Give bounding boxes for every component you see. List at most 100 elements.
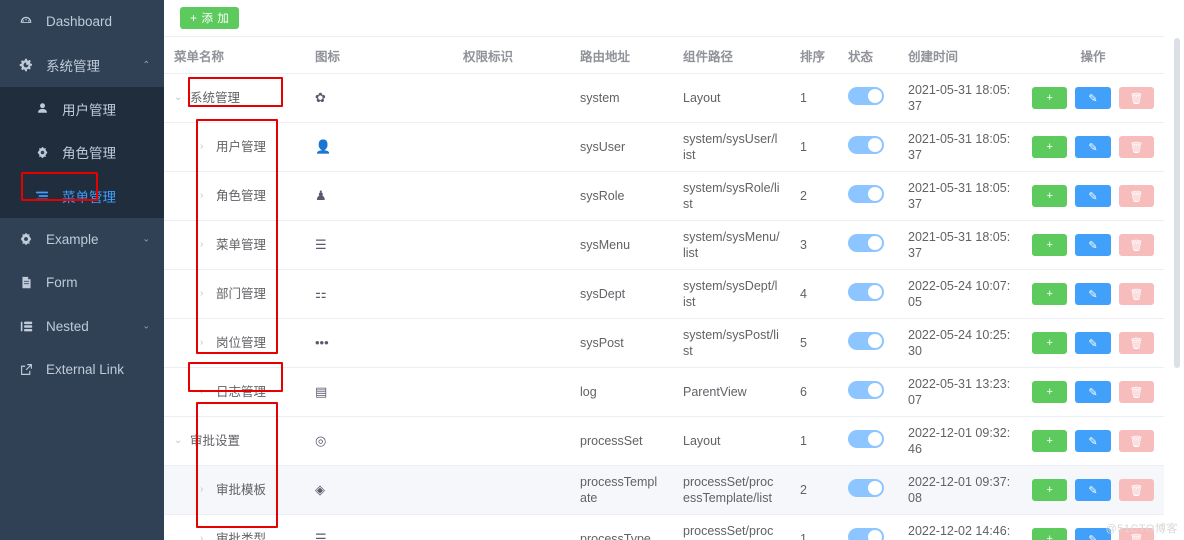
cell-permission xyxy=(453,416,570,466)
table-row[interactable]: › 用户管理 👤 sysUser system/sysUser/list 1 2021-05… xyxy=(164,122,1164,172)
chevron-right-icon[interactable]: › xyxy=(200,482,210,498)
row-edit-button[interactable]: ✎ xyxy=(1075,87,1111,109)
status-toggle[interactable] xyxy=(848,136,884,154)
table-body: ⌄ 系统管理 ✿ system Layout 1 2021-05-31 18:05:37 + ✎… xyxy=(164,73,1164,540)
menu-name-label: 审批类型 xyxy=(216,532,267,540)
cell-actions: + ✎ 🗑 xyxy=(1022,122,1164,172)
row-edit-button[interactable]: ✎ xyxy=(1075,136,1111,158)
scrollbar-thumb[interactable] xyxy=(1174,38,1180,368)
row-edit-button[interactable]: ✎ xyxy=(1075,283,1111,305)
table-row[interactable]: › 审批模板 ◈ processTemplate processSet/processT… xyxy=(164,465,1164,515)
row-delete-button[interactable]: 🗑 xyxy=(1118,234,1154,256)
chevron-down-icon[interactable]: ⌄ xyxy=(174,433,184,449)
cell-permission xyxy=(453,220,570,270)
status-toggle[interactable] xyxy=(848,87,884,105)
table-row[interactable]: › 审批类型 ☰ processTypeprocessSet/processType/… xyxy=(164,514,1164,540)
sidebar-item-role-management[interactable]: 角色管理 xyxy=(0,131,164,175)
sidebar-item-form[interactable]: Form xyxy=(0,261,164,305)
row-add-button[interactable]: + xyxy=(1032,332,1068,354)
chevron-right-icon[interactable]: › xyxy=(200,139,210,155)
table-row[interactable]: › 角色管理 ♟ sysRole system/sysRole/list 2 2021-05… xyxy=(164,171,1164,221)
cell-component: processSet/processType/list xyxy=(673,514,790,540)
sidebar-item-dashboard[interactable]: Dashboard xyxy=(0,0,164,44)
row-delete-button[interactable]: 🗑 xyxy=(1118,332,1154,354)
cell-icon: ✿ xyxy=(305,73,453,123)
row-delete-button[interactable]: 🗑 xyxy=(1118,430,1154,452)
cell-component: system/sysRole/list xyxy=(673,171,790,221)
col-actions: 操作 xyxy=(1022,36,1164,74)
sidebar-item-nested[interactable]: Nested ⌄ xyxy=(0,305,164,349)
row-edit-button[interactable]: ✎ xyxy=(1075,381,1111,403)
chevron-right-icon[interactable]: › xyxy=(200,188,210,204)
sidebar-item-user-management[interactable]: 用户管理 xyxy=(0,87,164,131)
row-delete-button[interactable]: 🗑 xyxy=(1118,528,1154,540)
row-add-button[interactable]: + xyxy=(1032,381,1068,403)
row-add-button[interactable]: + xyxy=(1032,479,1068,501)
row-delete-button[interactable]: 🗑 xyxy=(1118,479,1154,501)
sidebar-item-example[interactable]: Example ⌄ xyxy=(0,218,164,262)
status-toggle[interactable] xyxy=(848,479,884,497)
nested-icon xyxy=(16,320,36,333)
row-delete-button[interactable]: 🗑 xyxy=(1118,381,1154,403)
vertical-scrollbar[interactable] xyxy=(1174,38,1180,533)
table-row[interactable]: › 菜单管理 ☰ sysMenu system/sysMenu/list 3 2021-05… xyxy=(164,220,1164,270)
row-edit-button[interactable]: ✎ xyxy=(1075,234,1111,256)
row-delete-button[interactable]: 🗑 xyxy=(1118,283,1154,305)
row-edit-button[interactable]: ✎ xyxy=(1075,528,1111,540)
table-row[interactable]: › 岗位管理 ••• sysPost system/sysPost/list 5 2022-… xyxy=(164,318,1164,368)
row-delete-button[interactable]: 🗑 xyxy=(1118,87,1154,109)
sidebar-item-menu-management[interactable]: 菜单管理 xyxy=(0,174,164,218)
status-toggle[interactable] xyxy=(848,381,884,399)
row-add-button[interactable]: + xyxy=(1032,136,1068,158)
chevron-down-icon[interactable]: ⌄ xyxy=(174,90,184,106)
cell-status xyxy=(838,318,898,368)
row-edit-button[interactable]: ✎ xyxy=(1075,430,1111,452)
sidebar-item-system-management[interactable]: 系统管理 ⌃ xyxy=(0,43,164,87)
table-row[interactable]: › 部门管理 ⚏ sysDept system/sysDept/list 4 2022-05… xyxy=(164,269,1164,319)
cell-route: sysUser xyxy=(570,122,673,172)
status-toggle[interactable] xyxy=(848,283,884,301)
status-toggle[interactable] xyxy=(848,185,884,203)
cell-order: 5 xyxy=(790,318,838,368)
table-row[interactable]: ⌄ 系统管理 ✿ system Layout 1 2021-05-31 18:05:37 + ✎… xyxy=(164,73,1164,123)
chevron-right-icon[interactable]: › xyxy=(200,531,210,540)
menu-name-label: 菜单管理 xyxy=(216,238,267,252)
cell-status xyxy=(838,514,898,540)
row-delete-button[interactable]: 🗑 xyxy=(1118,136,1154,158)
status-toggle[interactable] xyxy=(848,528,884,540)
row-add-button[interactable]: + xyxy=(1032,87,1068,109)
row-add-button[interactable]: + xyxy=(1032,430,1068,452)
table-row[interactable]: ⌄ 审批设置 ◎ processSet Layout 1 2022-12-01 09:32:… xyxy=(164,416,1164,466)
menu-table: 菜单名称 图标 权限标识 路由地址 组件路径 排序 状态 创建时间 操作 ⌄ 系统… xyxy=(164,36,1164,540)
menu-name-label: 审批设置 xyxy=(190,434,241,448)
chevron-right-icon[interactable]: › xyxy=(200,237,210,253)
cell-icon: ••• xyxy=(305,318,453,368)
row-edit-button[interactable]: ✎ xyxy=(1075,332,1111,354)
row-add-button[interactable]: + xyxy=(1032,234,1068,256)
table-row[interactable]: › 日志管理 ▤ log ParentView 6 2022-05-31 13:23:07 +… xyxy=(164,367,1164,417)
cell-actions: + ✎ 🗑 xyxy=(1022,318,1164,368)
cell-menu-name: ⌄ 系统管理 xyxy=(164,73,305,123)
row-delete-button[interactable]: 🗑 xyxy=(1118,185,1154,207)
user-icon xyxy=(32,102,52,115)
table-header: 菜单名称 图标 权限标识 路由地址 组件路径 排序 状态 创建时间 操作 xyxy=(164,36,1164,74)
gear-icon xyxy=(16,58,36,72)
form-icon xyxy=(16,276,36,289)
tree-table-icon: ☰ xyxy=(315,531,327,540)
cell-status xyxy=(838,416,898,466)
row-edit-button[interactable]: ✎ xyxy=(1075,185,1111,207)
chevron-right-icon[interactable]: › xyxy=(200,286,210,302)
row-add-button[interactable]: + xyxy=(1032,185,1068,207)
row-edit-button[interactable]: ✎ xyxy=(1075,479,1111,501)
document-icon: ▤ xyxy=(315,384,328,399)
status-toggle[interactable] xyxy=(848,430,884,448)
add-button[interactable]: + 添 加 xyxy=(180,7,240,29)
row-add-button[interactable]: + xyxy=(1032,283,1068,305)
chevron-right-icon[interactable]: › xyxy=(200,384,210,400)
chevron-right-icon[interactable]: › xyxy=(200,335,210,351)
cell-order: 3 xyxy=(790,220,838,270)
status-toggle[interactable] xyxy=(848,234,884,252)
sidebar-item-external-link[interactable]: External Link xyxy=(0,348,164,392)
row-add-button[interactable]: + xyxy=(1032,528,1068,540)
status-toggle[interactable] xyxy=(848,332,884,350)
